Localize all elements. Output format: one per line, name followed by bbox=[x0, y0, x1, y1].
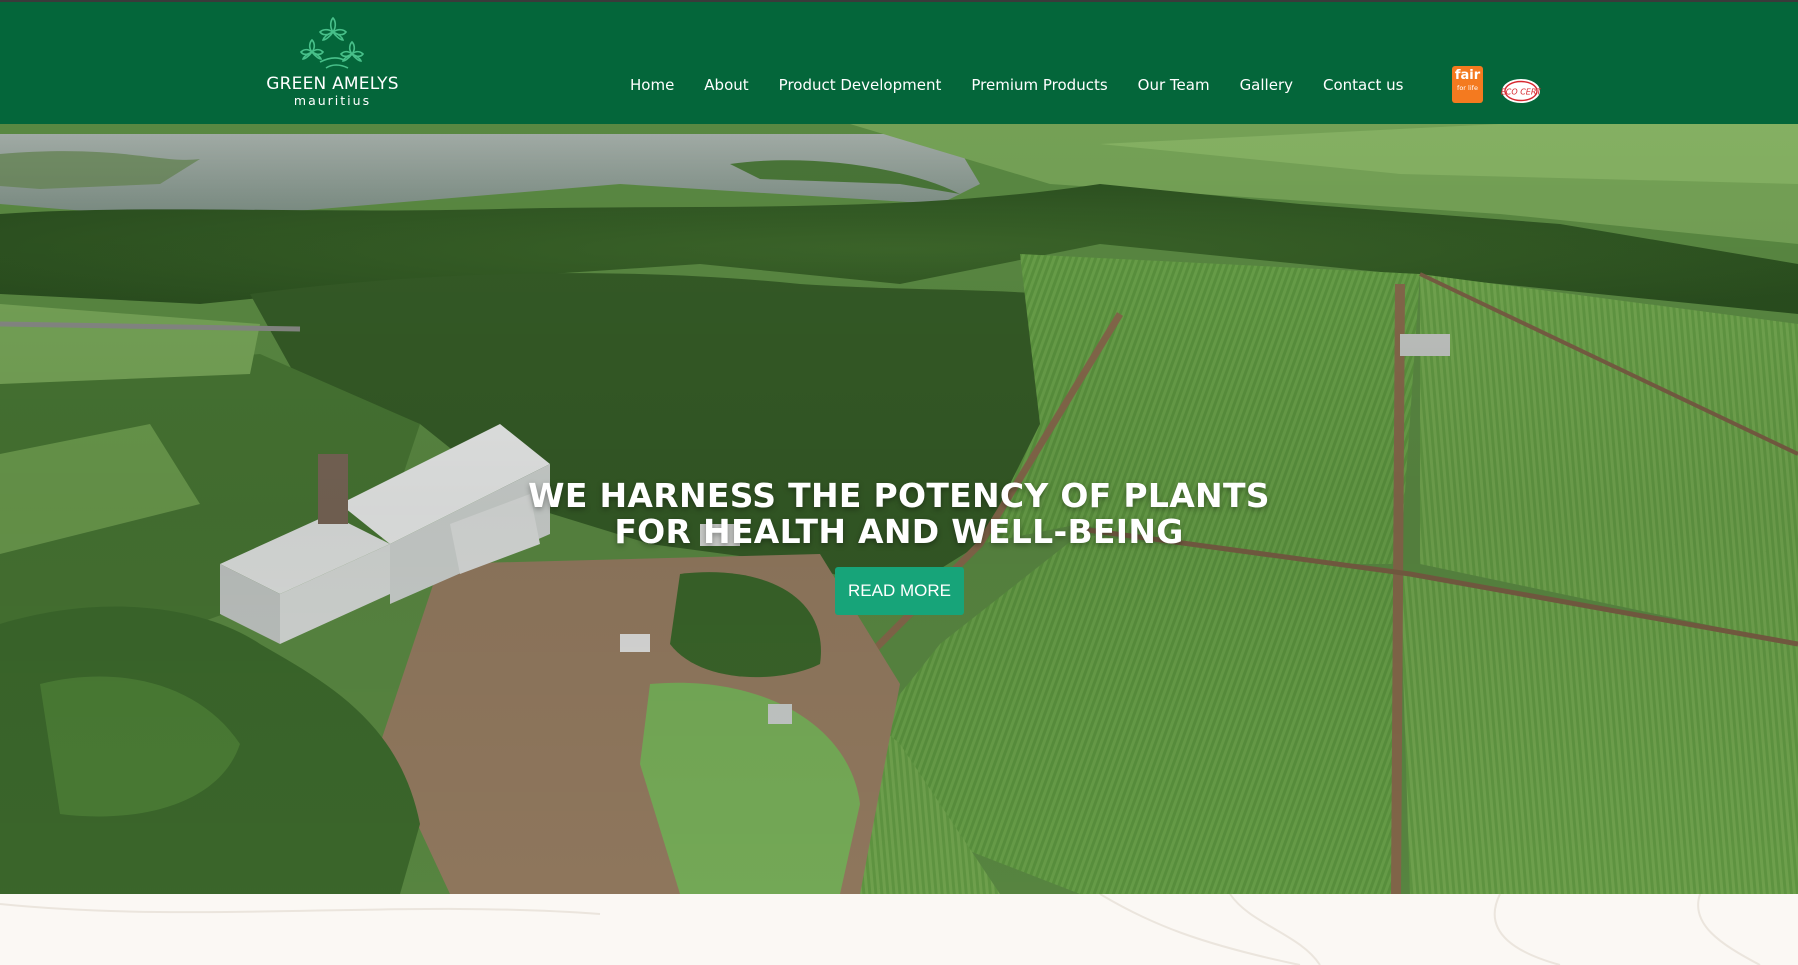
ecocert-badge[interactable]: ECO CERT bbox=[1501, 78, 1541, 104]
fair-for-life-badge[interactable]: fair for life bbox=[1452, 66, 1483, 103]
hero-title-line1: WE HARNESS THE POTENCY OF PLANTS bbox=[528, 476, 1270, 515]
logo-brand-sub: mauritius bbox=[293, 93, 372, 108]
site-header: GREEN AMELYS mauritius Home About Produc… bbox=[0, 2, 1798, 124]
frangipani-flowers-icon bbox=[299, 16, 364, 69]
background-texture bbox=[0, 894, 1761, 965]
site-logo[interactable]: GREEN AMELYS mauritius bbox=[255, 16, 410, 116]
read-more-button[interactable]: READ MORE bbox=[835, 567, 964, 615]
nav-about[interactable]: About bbox=[704, 76, 748, 98]
hero-title-line2: FOR HEALTH AND WELL-BEING bbox=[614, 512, 1184, 551]
hero-banner: WE HARNESS THE POTENCY OF PLANTS FOR HEA… bbox=[0, 124, 1798, 894]
nav-product-development[interactable]: Product Development bbox=[779, 76, 942, 98]
nav-gallery[interactable]: Gallery bbox=[1240, 76, 1293, 98]
logo-brand-name: GREEN AMELYS bbox=[266, 74, 399, 94]
main-nav: Home About Product Development Premium P… bbox=[630, 76, 1433, 98]
hero-title: WE HARNESS THE POTENCY OF PLANTS FOR HEA… bbox=[449, 478, 1349, 550]
nav-home[interactable]: Home bbox=[630, 76, 674, 98]
fair-badge-line1: fair bbox=[1454, 68, 1481, 83]
nav-contact-us[interactable]: Contact us bbox=[1323, 76, 1403, 98]
ecocert-label: ECO CERT bbox=[1501, 88, 1541, 97]
content-section-top bbox=[0, 894, 1798, 965]
nav-premium-products[interactable]: Premium Products bbox=[971, 76, 1107, 98]
fair-badge-line2: for life bbox=[1457, 84, 1478, 92]
nav-our-team[interactable]: Our Team bbox=[1138, 76, 1210, 98]
